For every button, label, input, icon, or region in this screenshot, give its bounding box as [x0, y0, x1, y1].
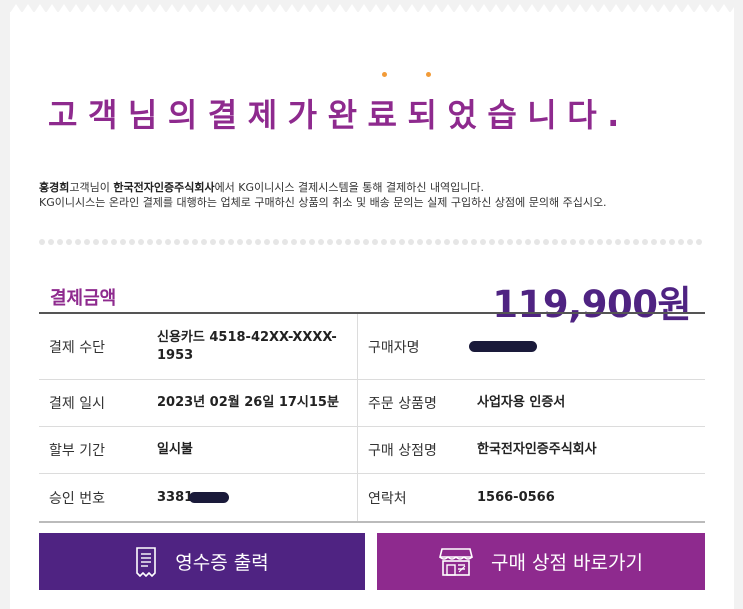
page-title: 고객님의결제가완료되었습니다. [48, 96, 630, 134]
table-row: 결제 일시 2023년 02월 26일 17시15분 주문 상품명 사업자용 인… [39, 380, 705, 427]
receipt-icon [136, 546, 157, 577]
product-name-label: 주문 상품명 [357, 380, 477, 426]
payment-date-value: 2023년 02월 26일 17시15분 [157, 395, 339, 410]
payment-notice: 홍경희고객님이 한국전자인증주식회사에서 KG이니시스 결제시스템을 통해 결제… [39, 180, 719, 210]
notice-line-2: KG이니시스는 온라인 결제를 대행하는 업체로 구매하신 상품의 취소 및 배… [39, 196, 607, 209]
table-row: 할부 기간 일시불 구매 상점명 한국전자인증주식회사 [39, 427, 705, 474]
print-receipt-label: 영수증 출력 [175, 552, 269, 574]
product-name-value: 사업자용 인증서 [477, 395, 566, 410]
print-receipt-button[interactable]: 영수증 출력 [39, 533, 365, 590]
contact-value: 1566-0566 [477, 489, 555, 505]
installment-label: 할부 기간 [49, 443, 105, 459]
store-name-label: 구매 상점명 [357, 427, 477, 473]
notice-text: 고객님이 [69, 181, 114, 194]
dotted-divider [39, 239, 702, 245]
emphasis-dot [426, 72, 431, 77]
approval-number-value: 3381 [157, 474, 357, 521]
merchant-name: 한국전자인증주식회사 [113, 181, 215, 194]
notice-line-1: 홍경희고객님이 한국전자인증주식회사에서 KG이니시스 결제시스템을 통해 결제… [39, 180, 719, 195]
receipt-panel: 고객님의결제가완료되었습니다. 홍경희고객님이 한국전자인증주식회사에서 KG이… [10, 4, 734, 609]
customer-name: 홍경희 [39, 181, 70, 194]
approval-number-label: 승인 번호 [49, 490, 105, 507]
approval-number-text: 3381 [157, 489, 194, 505]
emphasis-dot [382, 72, 387, 77]
contact-label: 연락처 [357, 474, 477, 521]
receipt-zigzag-edge [10, 4, 734, 13]
go-to-store-label: 구매 상점 바로가기 [491, 552, 643, 574]
buyer-name-value [469, 314, 705, 379]
store-name-value: 한국전자인증주식회사 [477, 442, 597, 457]
notice-text: 에서 KG이니시스 결제시스템을 통해 결제하신 내역입니다. [214, 181, 485, 194]
storefront-icon [439, 547, 474, 576]
payment-date-label: 결제 일시 [49, 396, 105, 412]
redaction-mark [189, 492, 230, 503]
buyer-name-label: 구매자명 [357, 314, 477, 379]
installment-value: 일시불 [157, 442, 193, 457]
table-row: 승인 번호 3381 연락처 1566-0566 [39, 474, 705, 521]
payment-method-label: 결제 수단 [49, 339, 105, 356]
go-to-store-button[interactable]: 구매 상점 바로가기 [377, 533, 705, 590]
amount-label: 결제금액 [50, 288, 117, 309]
payment-details-table: 결제 수단 신용카드 4518-42XX-XXXX-1953 구매자명 결제 일… [39, 312, 705, 523]
payment-method-value: 신용카드 4518-42XX-XXXX-1953 [157, 329, 337, 363]
redaction-mark [469, 341, 537, 352]
table-row: 결제 수단 신용카드 4518-42XX-XXXX-1953 구매자명 [39, 314, 705, 380]
